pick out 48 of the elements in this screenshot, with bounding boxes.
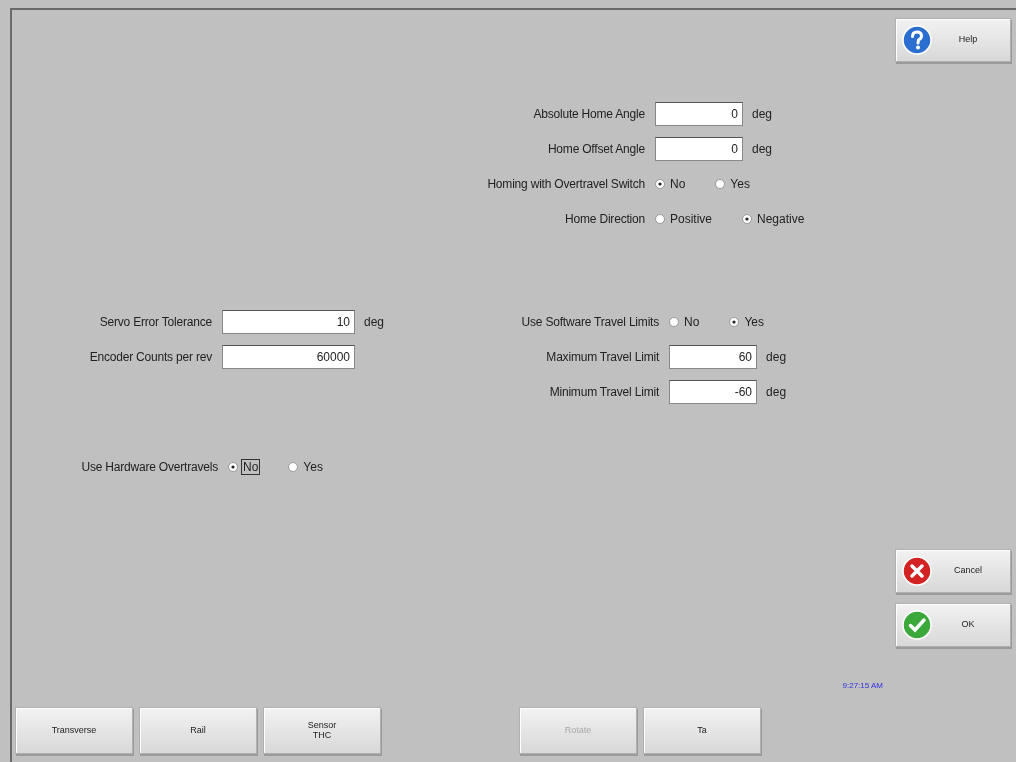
setting-label: Encoder Counts per rev [88, 349, 212, 364]
number-field[interactable]: -60 [669, 379, 758, 404]
option-label[interactable]: Yes [743, 314, 765, 329]
radio-button[interactable] [655, 213, 665, 224]
help-button[interactable]: Help [895, 18, 1011, 62]
number-field[interactable]: 10 [222, 309, 355, 334]
option-label[interactable]: Negative [756, 211, 806, 226]
close-icon [902, 556, 932, 586]
unit-label: deg [752, 106, 773, 121]
axis-button[interactable]: Rail [139, 707, 257, 754]
action-button[interactable]: Ta [643, 707, 761, 754]
number-field[interactable]: 0 [655, 101, 743, 126]
number-field[interactable]: 60 [669, 344, 758, 369]
option-label[interactable]: No [242, 459, 260, 474]
ok-button[interactable]: OK [895, 603, 1011, 647]
unit-label: deg [766, 349, 787, 364]
unit-label: deg [364, 314, 385, 329]
check-icon [902, 610, 932, 640]
setting-label: Absolute Home Angle [532, 106, 645, 121]
axis-button[interactable]: Sensor THC [263, 707, 381, 754]
setting-label: Homing with Overtravel Switch [486, 176, 645, 191]
option-label[interactable]: Yes [729, 176, 751, 191]
setting-label: Use Hardware Overtravels [80, 459, 218, 474]
number-field[interactable]: 0 [655, 136, 743, 161]
option-label[interactable]: Yes [302, 459, 324, 474]
radio-button[interactable] [288, 461, 299, 472]
number-field[interactable]: 60000 [222, 344, 355, 369]
radio-button[interactable] [228, 461, 238, 472]
radio-button[interactable] [715, 178, 726, 189]
cancel-button[interactable]: Cancel [895, 549, 1011, 593]
radio-button[interactable] [655, 178, 665, 189]
option-label[interactable]: No [683, 314, 701, 329]
setting-label: Minimum Travel Limit [548, 384, 660, 399]
clock-time: 9:27:15 AM [842, 681, 883, 690]
setting-label: Use Software Travel Limits [520, 314, 660, 329]
radio-button[interactable] [742, 213, 753, 224]
unit-label: deg [752, 141, 773, 156]
help-icon [902, 25, 932, 55]
axis-button[interactable]: Transverse [15, 707, 133, 754]
setting-label: Home Offset Angle [546, 141, 645, 156]
radio-button[interactable] [729, 316, 740, 327]
setting-label: Home Direction [564, 211, 645, 226]
setting-label: Servo Error Tolerance [98, 314, 212, 329]
setting-label: Maximum Travel Limit [545, 349, 660, 364]
radio-button[interactable] [669, 316, 680, 327]
unit-label: deg [766, 384, 787, 399]
option-label[interactable]: No [669, 176, 687, 191]
option-label[interactable]: Positive [669, 211, 714, 226]
